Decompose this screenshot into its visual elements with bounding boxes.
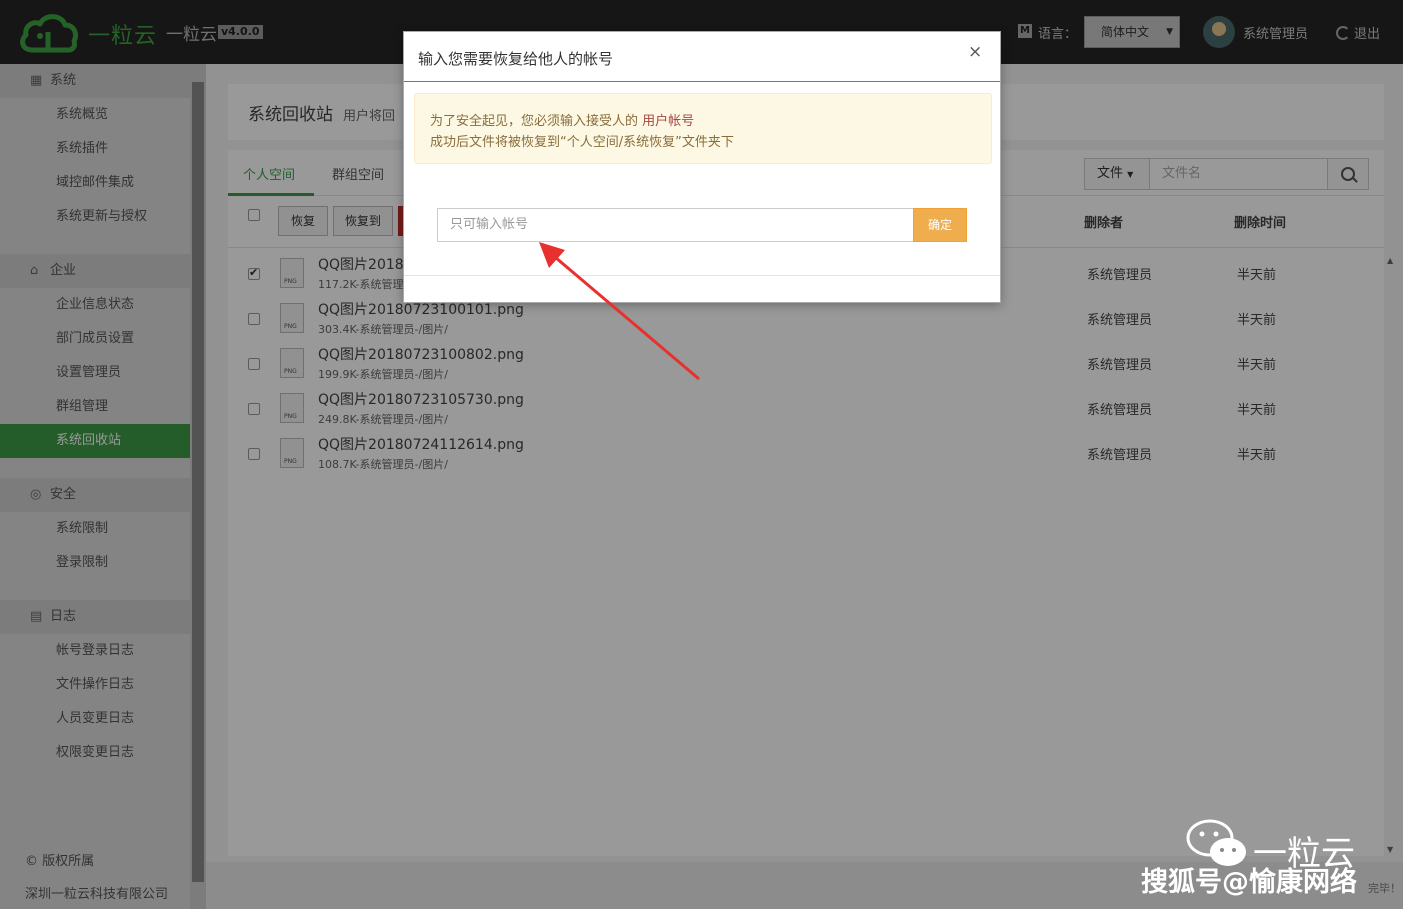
confirm-button[interactable]: 确定: [913, 208, 967, 242]
watermark-text: 搜狐号@愉康网络: [1141, 867, 1357, 898]
dialog-title: 输入您需要恢复给他人的帐号: [418, 50, 614, 68]
alert-line-1: 为了安全起见，您必须输入接受人的 用户帐号: [430, 114, 695, 129]
alert-highlight: 用户帐号: [642, 114, 695, 129]
alert-line-2: 成功后文件将被恢复到“个人空间/系统恢复”文件夹下: [430, 135, 734, 150]
red-arrow-icon: [539, 242, 700, 381]
close-icon[interactable]: ×: [968, 42, 982, 62]
warning-alert: 为了安全起见，您必须输入接受人的 用户帐号 成功后文件将被恢复到“个人空间/系统…: [414, 93, 992, 164]
dialog-header-divider: [404, 81, 1000, 82]
account-input[interactable]: 只可输入帐号: [437, 208, 914, 242]
